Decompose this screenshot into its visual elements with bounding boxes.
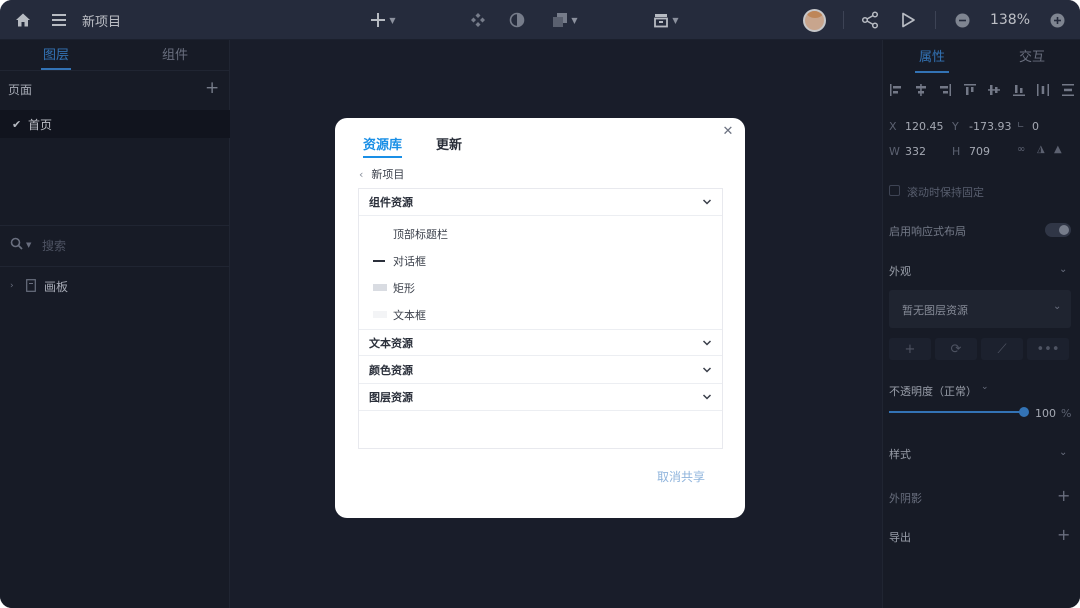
dialog-thumbnail bbox=[373, 260, 385, 262]
tab-updates[interactable]: 更新 bbox=[436, 134, 462, 153]
back-label: 新项目 bbox=[371, 168, 405, 181]
group-text-resources[interactable]: 文本资源 bbox=[359, 329, 722, 356]
resource-item[interactable]: 对话框 bbox=[359, 249, 722, 273]
app-window: 新项目 ▼ ▼ ▼ 138% 图层 组件 页面 + ✔ 首页 ▼ 搜索 › 画板… bbox=[0, 0, 1080, 608]
resource-item[interactable]: 矩形 bbox=[359, 276, 722, 300]
resource-list: 组件资源 顶部标题栏 对话框 矩形 文本框 文本资源 颜色资源 图层资源 bbox=[358, 188, 723, 449]
chevron-down-icon bbox=[702, 340, 712, 346]
group-component-resources[interactable]: 组件资源 bbox=[359, 189, 722, 216]
resource-item[interactable]: 文本框 bbox=[359, 303, 722, 327]
group-color-resources[interactable]: 颜色资源 bbox=[359, 357, 722, 384]
back-link[interactable]: ‹ 新项目 bbox=[359, 166, 404, 182]
chevron-down-icon bbox=[702, 367, 712, 373]
group-layer-resources[interactable]: 图层资源 bbox=[359, 384, 722, 411]
rectangle-thumbnail bbox=[373, 284, 387, 291]
resource-item-label: 对话框 bbox=[393, 255, 426, 268]
chevron-down-icon bbox=[702, 199, 712, 205]
resource-item-label: 矩形 bbox=[393, 282, 415, 295]
resource-item[interactable]: 顶部标题栏 bbox=[359, 222, 722, 246]
resource-item-label: 文本框 bbox=[393, 309, 426, 322]
tab-resource-library[interactable]: 资源库 bbox=[363, 134, 403, 158]
group-label: 颜色资源 bbox=[369, 364, 413, 377]
resource-item-label: 顶部标题栏 bbox=[393, 228, 448, 241]
unshare-button[interactable]: 取消共享 bbox=[657, 468, 705, 485]
group-label: 文本资源 bbox=[369, 336, 413, 350]
chevron-down-icon bbox=[702, 394, 712, 400]
resource-library-dialog: 资源库 更新 ✕ ‹ 新项目 组件资源 顶部标题栏 对话框 矩形 文本框 文本资… bbox=[335, 118, 745, 518]
chevron-left-icon: ‹ bbox=[359, 167, 364, 181]
group-label: 图层资源 bbox=[369, 391, 413, 404]
textbox-thumbnail bbox=[373, 311, 387, 318]
close-icon[interactable]: ✕ bbox=[720, 124, 736, 140]
group-label: 组件资源 bbox=[369, 196, 413, 209]
